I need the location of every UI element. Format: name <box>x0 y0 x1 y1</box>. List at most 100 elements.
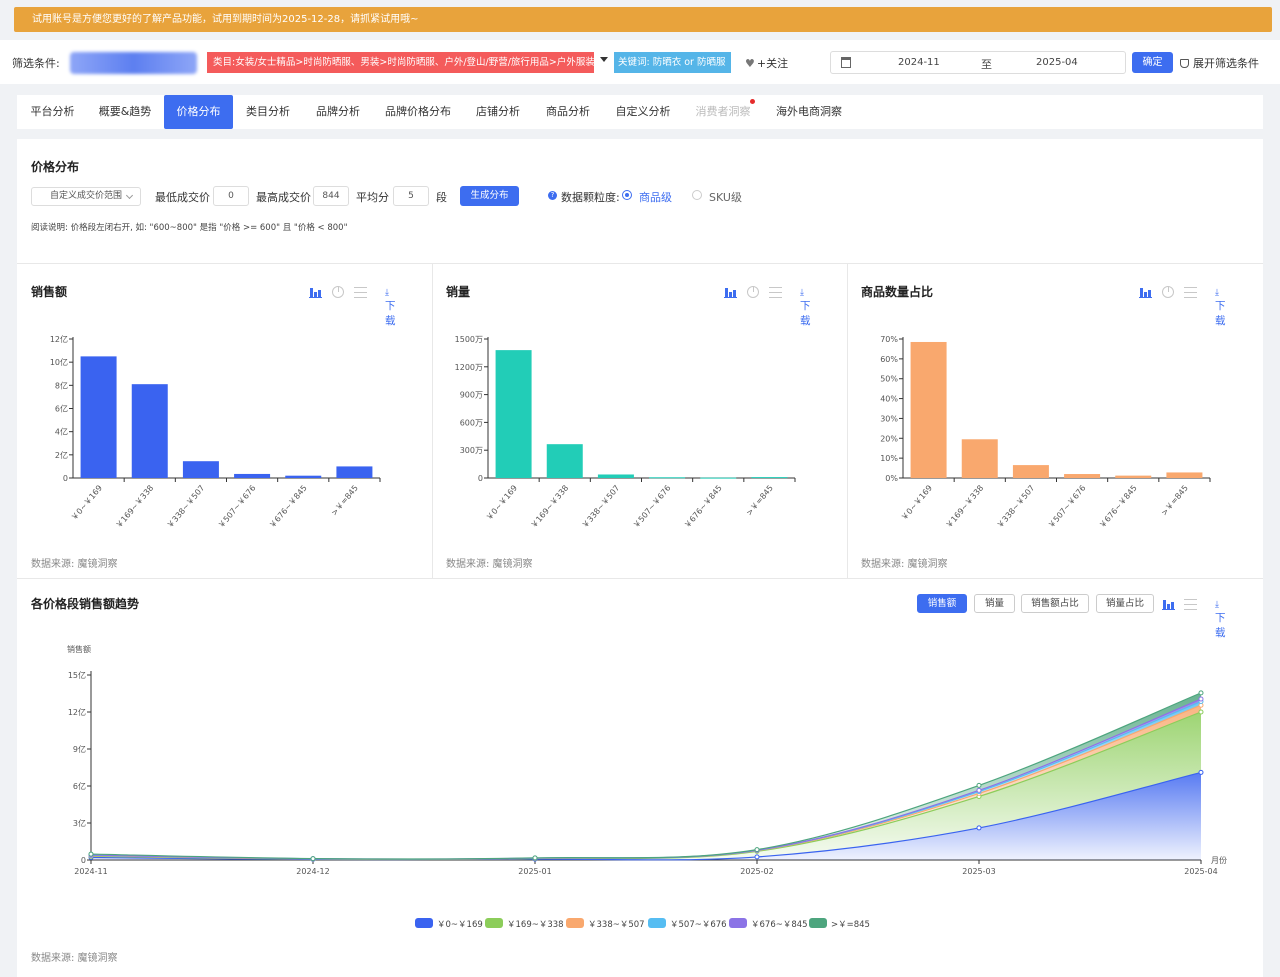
data-point[interactable] <box>88 851 94 857</box>
download-icon: ⤓ <box>800 288 804 298</box>
bar[interactable] <box>751 477 788 479</box>
price-range-select[interactable]: 自定义成交价范围 <box>31 187 141 206</box>
data-point[interactable] <box>754 854 760 860</box>
pie-chart-icon[interactable] <box>1162 286 1174 298</box>
download-button[interactable]: ⤓ 下载 <box>1215 598 1226 640</box>
product-level-label[interactable]: 商品级 <box>639 189 672 205</box>
confirm-button[interactable]: 确定 <box>1132 52 1173 73</box>
data-point[interactable] <box>976 787 982 793</box>
metric-volume-share-button[interactable]: 销量占比 <box>1096 594 1154 613</box>
metric-sales-share-button[interactable]: 销售额占比 <box>1021 594 1089 613</box>
bar[interactable] <box>700 477 737 479</box>
data-point[interactable] <box>1198 769 1204 775</box>
table-icon[interactable] <box>1184 287 1197 298</box>
table-icon[interactable] <box>1184 599 1197 610</box>
data-point[interactable] <box>1198 696 1204 702</box>
chevron-down-icon[interactable] <box>600 57 608 62</box>
sku-level-label[interactable]: SKU级 <box>709 189 742 205</box>
x-tick-label: >￥=845 <box>329 484 359 518</box>
blurred-filter-value[interactable] <box>70 52 197 74</box>
bar[interactable] <box>546 444 583 478</box>
bar[interactable] <box>80 356 117 478</box>
bar-chart-icon[interactable] <box>724 286 737 298</box>
radio-product-level[interactable] <box>622 190 632 200</box>
legend-item[interactable]: ￥338~￥507 <box>566 918 645 930</box>
bar[interactable] <box>234 473 271 478</box>
legend-item[interactable]: ￥507~￥676 <box>648 918 727 930</box>
bar-chart-icon[interactable] <box>1162 598 1175 610</box>
download-icon: ⤓ <box>385 288 389 298</box>
data-point[interactable] <box>976 782 982 788</box>
tab-price-distribution[interactable]: 价格分布 <box>164 95 233 129</box>
legend-item[interactable]: ￥0~￥169 <box>415 918 483 930</box>
data-point[interactable] <box>754 847 760 853</box>
data-source-label: 数据来源: 魔镜洞察 <box>861 559 948 570</box>
y-tick-label: 3亿 <box>73 818 86 828</box>
bar[interactable] <box>1166 472 1203 478</box>
generate-distribution-button[interactable]: 生成分布 <box>460 186 519 206</box>
legend-item[interactable]: >￥=845 <box>809 918 870 930</box>
tab-brand-price[interactable]: 品牌价格分布 <box>377 95 459 129</box>
download-button[interactable]: ⤓ 下载 <box>800 286 811 328</box>
data-point[interactable] <box>1198 709 1204 715</box>
heart-icon: ♥ <box>745 57 755 70</box>
data-point[interactable] <box>310 856 316 862</box>
table-icon[interactable] <box>354 287 367 298</box>
bar[interactable] <box>285 475 322 478</box>
category-filter-tag[interactable]: 类目:女装/女士精品>时尚防晒服、男装>时尚防晒服、户外/登山/野营/旅行用品>… <box>207 52 594 73</box>
bar-chart-icon[interactable] <box>309 286 322 298</box>
tab-product[interactable]: 商品分析 <box>537 95 599 129</box>
date-start[interactable]: 2024-11 <box>898 57 940 68</box>
download-button[interactable]: ⤓ 下载 <box>1215 286 1226 328</box>
x-tick-label: ￥676~￥845 <box>683 484 724 531</box>
bar[interactable] <box>1115 475 1152 478</box>
metric-sales-button[interactable]: 销售额 <box>917 594 967 613</box>
bar[interactable] <box>1012 465 1049 478</box>
tab-overview[interactable]: 概要&趋势 <box>90 95 160 129</box>
data-source-label: 数据来源: 魔镜洞察 <box>31 559 118 570</box>
bar[interactable] <box>495 350 532 478</box>
split-input[interactable]: 5 <box>393 186 429 206</box>
bar[interactable] <box>182 461 219 478</box>
legend-item[interactable]: ￥169~￥338 <box>485 918 564 930</box>
bar[interactable] <box>131 384 168 478</box>
radio-sku-level[interactable] <box>692 190 702 200</box>
download-button[interactable]: ⤓ 下载 <box>385 286 396 328</box>
x-tick-label: ￥338~￥507 <box>165 484 206 531</box>
x-tick-label: ￥676~￥845 <box>1098 484 1139 531</box>
tab-category[interactable]: 类目分析 <box>237 95 299 129</box>
tab-custom[interactable]: 自定义分析 <box>607 95 679 129</box>
metric-volume-button[interactable]: 销量 <box>974 594 1015 613</box>
legend-swatch <box>729 918 747 928</box>
tab-shop[interactable]: 店铺分析 <box>467 95 529 129</box>
tab-overseas[interactable]: 海外电商洞察 <box>769 95 849 129</box>
tab-consumer[interactable]: 消费者洞察 <box>689 95 757 129</box>
pie-chart-icon[interactable] <box>332 286 344 298</box>
bar[interactable] <box>597 474 634 478</box>
price-distribution-title: 价格分布 <box>31 160 80 174</box>
date-range-picker[interactable]: 2024-11 至 2025-04 <box>830 51 1126 74</box>
bar[interactable] <box>1064 474 1101 478</box>
tab-brand[interactable]: 品牌分析 <box>307 95 369 129</box>
bar[interactable] <box>910 341 947 478</box>
data-point[interactable] <box>1198 690 1204 696</box>
max-price-input[interactable]: 844 <box>313 186 349 206</box>
y-tick-label: 60% <box>880 355 898 364</box>
bar-chart-icon[interactable] <box>1139 286 1152 298</box>
follow-button[interactable]: ♥ +关注 <box>745 55 788 71</box>
table-icon[interactable] <box>769 287 782 298</box>
expand-filters-button[interactable]: 展开筛选条件 <box>1180 55 1259 71</box>
keyword-filter-tag[interactable]: 关键词: 防晒衣 or 防晒服 <box>614 52 731 73</box>
legend-item[interactable]: ￥676~￥845 <box>729 918 808 930</box>
bar[interactable] <box>649 477 686 479</box>
help-icon[interactable]: ? <box>548 191 557 200</box>
tab-platform[interactable]: 平台分析 <box>21 95 84 129</box>
data-point[interactable] <box>532 855 538 861</box>
data-point[interactable] <box>976 825 982 831</box>
bar[interactable] <box>336 466 373 478</box>
bar[interactable] <box>961 439 998 478</box>
pie-chart-icon[interactable] <box>747 286 759 298</box>
date-end[interactable]: 2025-04 <box>1036 57 1078 68</box>
min-price-input[interactable]: 0 <box>213 186 249 206</box>
y-tick-label: 12亿 <box>68 707 86 717</box>
